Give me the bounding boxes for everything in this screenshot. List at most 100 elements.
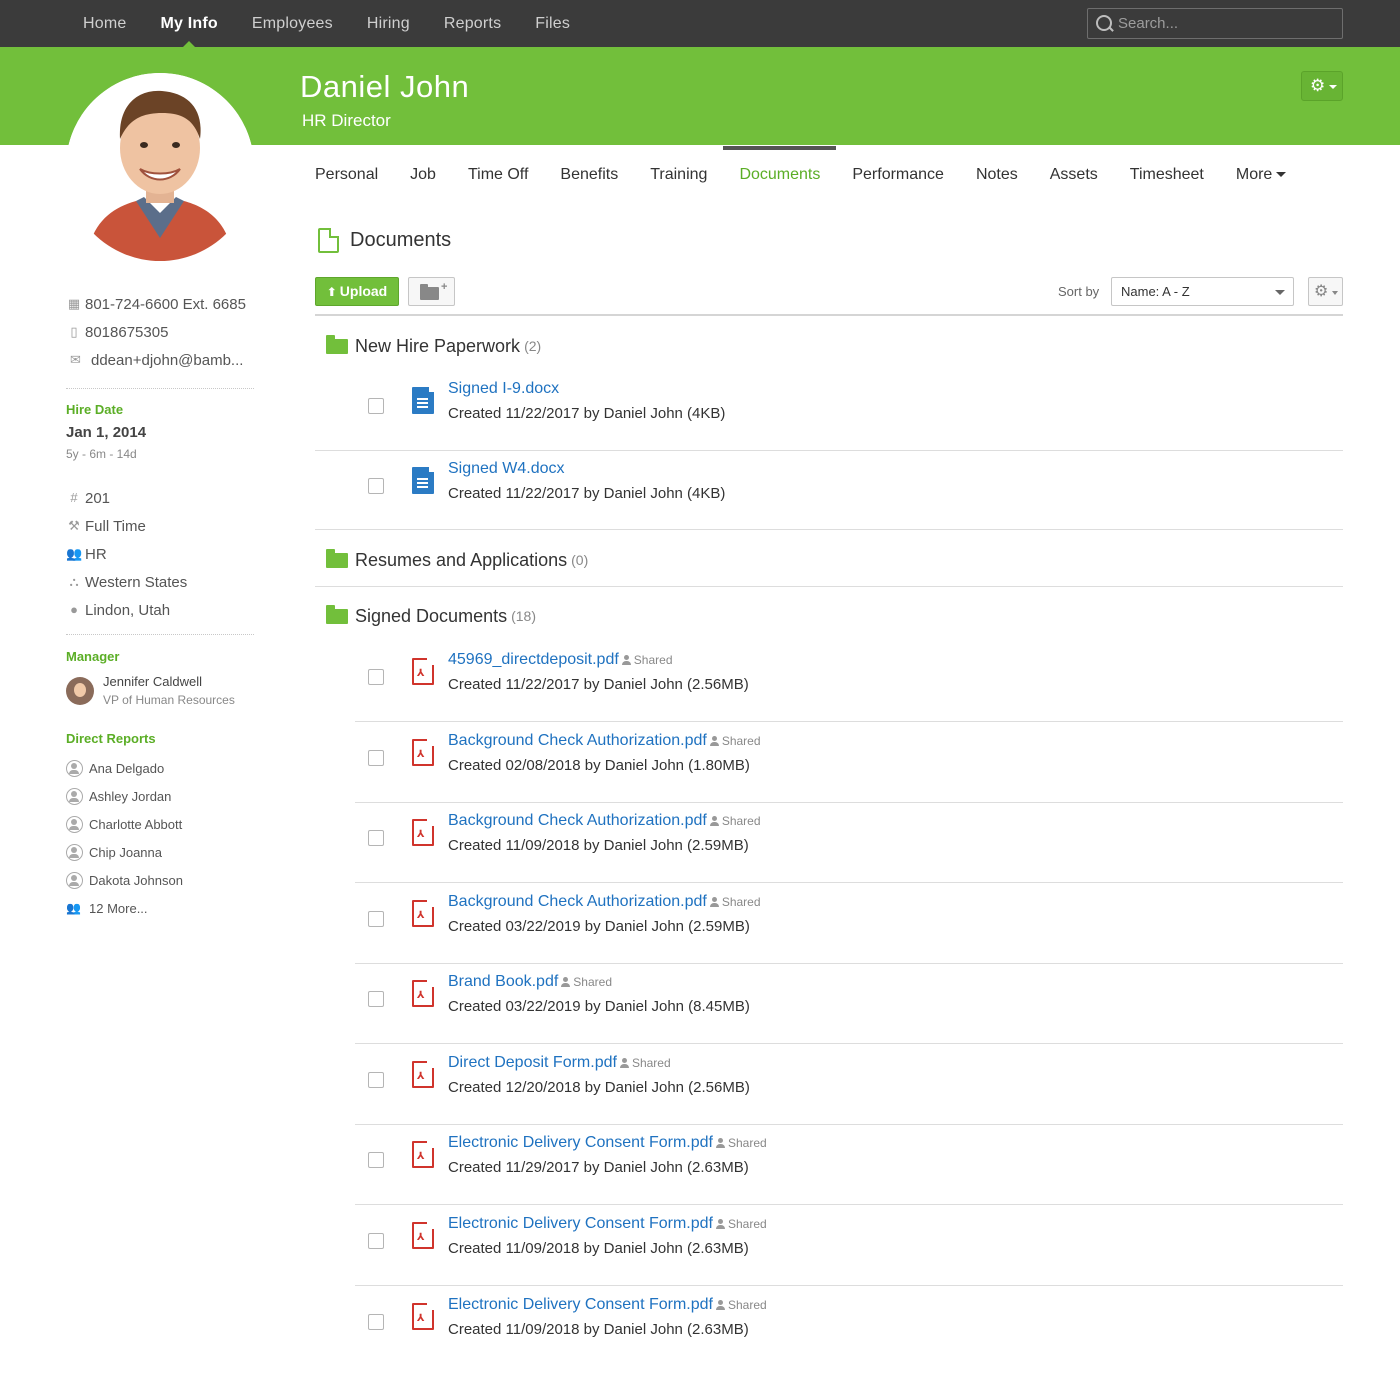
file-meta: Created 11/09/2018 by Daniel John (2.63M…: [448, 1240, 749, 1257]
nav-home[interactable]: Home: [66, 0, 143, 47]
file-name-link[interactable]: Background Check Authorization.pdf Shared: [448, 812, 761, 830]
direct-report[interactable]: Chip Joanna: [66, 841, 162, 863]
direct-report-name: Ashley Jordan: [89, 788, 172, 804]
user-circle-icon: [66, 815, 83, 833]
nav-employees[interactable]: Employees: [235, 0, 350, 47]
file-name-link[interactable]: Signed W4.docx: [448, 460, 565, 478]
file-name-link[interactable]: Signed I-9.docx: [448, 380, 559, 398]
employment-status-text: Full Time: [85, 517, 146, 535]
tab-training[interactable]: Training: [634, 146, 723, 204]
shared-text: Shared: [631, 1056, 671, 1070]
user-circle-icon: [66, 759, 83, 777]
tab-notes[interactable]: Notes: [960, 146, 1034, 204]
folder-new-hire-paperwork[interactable]: New Hire Paperwork (2): [326, 334, 541, 358]
direct-report[interactable]: Ashley Jordan: [66, 785, 171, 807]
file-name-link[interactable]: Electronic Delivery Consent Form.pdf Shar…: [448, 1134, 767, 1152]
pdf-icon: ⅄: [412, 980, 434, 1007]
hire-date: Jan 1, 2014: [66, 424, 147, 441]
file-name-link[interactable]: Electronic Delivery Consent Form.pdf Shar…: [448, 1296, 767, 1314]
file-name-link[interactable]: Electronic Delivery Consent Form.pdf Shar…: [448, 1215, 767, 1233]
profile-settings-button[interactable]: ⚙: [1301, 71, 1343, 101]
file-checkbox[interactable]: [368, 1233, 384, 1249]
chevron-down-icon: [1329, 85, 1337, 89]
file-checkbox[interactable]: [368, 1314, 384, 1330]
shared-text: Shared: [727, 1136, 767, 1150]
department: 👥 HR: [66, 543, 107, 565]
people-icon: 👥: [66, 901, 81, 915]
file-meta: Created 11/29/2017 by Daniel John (2.63M…: [448, 1159, 749, 1176]
direct-report[interactable]: Dakota Johnson: [66, 869, 183, 891]
gear-icon: ⚙: [1314, 283, 1329, 300]
folder-name: Resumes and Applications: [355, 549, 568, 570]
documents-settings-button[interactable]: ⚙: [1308, 277, 1343, 306]
more-reports-text: 12 More...: [89, 900, 148, 916]
row-divider: [355, 1285, 1343, 1286]
row-divider: [315, 586, 1343, 587]
tab-timesheet[interactable]: Timesheet: [1114, 146, 1220, 204]
file-checkbox[interactable]: [368, 398, 384, 414]
file-checkbox[interactable]: [368, 991, 384, 1007]
user-icon: [561, 977, 571, 987]
file-name-link[interactable]: Brand Book.pdf Shared: [448, 973, 612, 991]
user-circle-icon: [66, 843, 83, 861]
employee-number-text: 201: [85, 489, 111, 507]
user-icon: [709, 736, 719, 746]
upload-button[interactable]: ⬆ Upload: [315, 277, 399, 306]
tab-time-off[interactable]: Time Off: [452, 146, 544, 204]
documents-heading: Documents: [318, 226, 451, 254]
building-icon: ▦: [67, 296, 81, 311]
search-input[interactable]: [1118, 9, 1338, 38]
tab-more[interactable]: More: [1220, 146, 1302, 204]
top-nav-links: Home My Info Employees Hiring Reports Fi…: [66, 0, 587, 47]
file-checkbox[interactable]: [368, 1152, 384, 1168]
sort-select[interactable]: Name: A - Z: [1111, 277, 1294, 306]
file-checkbox[interactable]: [368, 911, 384, 927]
top-nav: Home My Info Employees Hiring Reports Fi…: [0, 0, 1400, 47]
folder-icon: [326, 604, 348, 624]
word-document-icon: [412, 465, 436, 494]
file-checkbox[interactable]: [368, 750, 384, 766]
more-reports-link[interactable]: 👥 12 More...: [66, 897, 148, 919]
pdf-icon: ⅄: [412, 900, 434, 927]
folder-signed-documents[interactable]: Signed Documents (18): [326, 604, 536, 628]
file-name-link[interactable]: 45969_directdeposit.pdf Shared: [448, 651, 673, 669]
direct-report[interactable]: Charlotte Abbott: [66, 813, 182, 835]
file-name-link[interactable]: Background Check Authorization.pdf Shared: [448, 732, 761, 750]
email[interactable]: ✉ ddean+djohn@bamb...: [66, 349, 243, 371]
location-text: Lindon, Utah: [85, 601, 171, 619]
tab-job[interactable]: Job: [394, 146, 452, 204]
row-divider: [355, 1124, 1343, 1125]
mobile-phone: ▯ 8018675305: [66, 321, 168, 343]
nav-my-info[interactable]: My Info: [143, 0, 234, 47]
profile-tabs: Personal Job Time Off Benefits Training …: [299, 146, 1302, 204]
tab-performance[interactable]: Performance: [836, 146, 960, 204]
upload-arrow-icon: ⬆: [326, 285, 337, 299]
shared-badge: Shared: [709, 814, 761, 828]
new-folder-button[interactable]: +: [408, 277, 455, 306]
divider: [66, 388, 254, 389]
search-box: [1087, 8, 1343, 39]
file-checkbox[interactable]: [368, 1072, 384, 1088]
direct-report[interactable]: Ana Delgado: [66, 757, 164, 779]
document-icon: [318, 227, 339, 253]
division-text: Western States: [85, 573, 188, 591]
file-meta: Created 12/20/2018 by Daniel John (2.56M…: [448, 1079, 750, 1096]
folder-resumes-and-applications[interactable]: Resumes and Applications (0): [326, 548, 588, 572]
file-name-link[interactable]: Background Check Authorization.pdf Shared: [448, 893, 761, 911]
manager[interactable]: Jennifer Caldwell VP of Human Resources: [66, 674, 235, 707]
shared-text: Shared: [721, 895, 761, 909]
file-name: Electronic Delivery Consent Form.pdf: [448, 1215, 713, 1232]
tab-documents[interactable]: Documents: [723, 146, 837, 204]
tab-benefits[interactable]: Benefits: [544, 146, 634, 204]
nav-files[interactable]: Files: [518, 0, 587, 47]
nav-reports[interactable]: Reports: [427, 0, 518, 47]
file-name-link[interactable]: Direct Deposit Form.pdf Shared: [448, 1054, 671, 1072]
file-checkbox[interactable]: [368, 478, 384, 494]
tab-assets[interactable]: Assets: [1034, 146, 1114, 204]
file-checkbox[interactable]: [368, 830, 384, 846]
file-checkbox[interactable]: [368, 669, 384, 685]
file-row: ⅄ Brand Book.pdf Shared Created 03/22/201…: [368, 973, 1343, 1029]
user-icon: [715, 1300, 725, 1310]
tab-personal[interactable]: Personal: [299, 146, 394, 204]
nav-hiring[interactable]: Hiring: [350, 0, 427, 47]
